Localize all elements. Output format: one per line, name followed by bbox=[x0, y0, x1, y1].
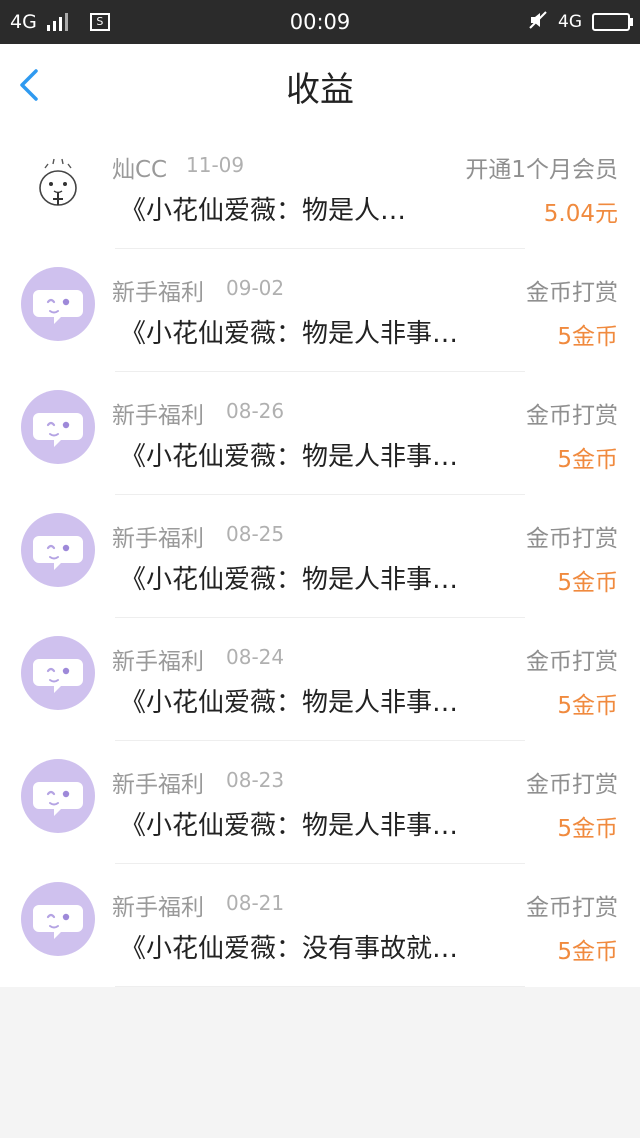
divider bbox=[115, 986, 525, 987]
mute-icon bbox=[528, 10, 548, 35]
work-title: 《小花仙爱薇：物是人非事… bbox=[120, 442, 459, 472]
chat-bubble-icon[interactable] bbox=[21, 882, 95, 956]
list-item[interactable]: 新手福利 08-21 金币打赏 《小花仙爱薇：没有事故就… 5金币 bbox=[0, 864, 640, 987]
network-type-right: 4G bbox=[558, 12, 582, 32]
list-item[interactable]: 新手福利 08-23 金币打赏 《小花仙爱薇：物是人非事… 5金币 bbox=[0, 741, 640, 864]
earning-amount: 5金币 bbox=[557, 693, 618, 719]
nav-bar: 收益 bbox=[0, 44, 640, 127]
chat-bubble-icon[interactable] bbox=[21, 390, 95, 464]
chat-bubble-icon[interactable] bbox=[21, 513, 95, 587]
item-date: 11-09 bbox=[186, 153, 245, 177]
sender-name: 灿CC bbox=[112, 157, 168, 183]
earning-type: 金币打赏 bbox=[526, 649, 618, 675]
item-date: 08-25 bbox=[226, 522, 285, 546]
earning-amount: 5金币 bbox=[557, 447, 618, 473]
earning-type: 金币打赏 bbox=[526, 280, 618, 306]
earning-type: 金币打赏 bbox=[526, 526, 618, 552]
sender-name: 新手福利 bbox=[112, 895, 204, 921]
list-item[interactable]: 灿CC 11-09 开通1个月会员 《小花仙爱薇：物是人… 5.04元 bbox=[0, 126, 640, 249]
earning-amount: 5金币 bbox=[557, 324, 618, 350]
list-item[interactable]: 新手福利 08-26 金币打赏 《小花仙爱薇：物是人非事… 5金币 bbox=[0, 372, 640, 495]
list-item[interactable]: 新手福利 09-02 金币打赏 《小花仙爱薇：物是人非事… 5金币 bbox=[0, 249, 640, 372]
item-date: 08-24 bbox=[226, 645, 285, 669]
earning-type: 金币打赏 bbox=[526, 403, 618, 429]
earning-type: 开通1个月会员 bbox=[465, 157, 618, 183]
work-title: 《小花仙爱薇：没有事故就… bbox=[120, 934, 459, 964]
earnings-list: 灿CC 11-09 开通1个月会员 《小花仙爱薇：物是人… 5.04元 新手福利… bbox=[0, 126, 640, 987]
work-title: 《小花仙爱薇：物是人非事… bbox=[120, 811, 459, 841]
list-item[interactable]: 新手福利 08-25 金币打赏 《小花仙爱薇：物是人非事… 5金币 bbox=[0, 495, 640, 618]
chat-bubble-icon[interactable] bbox=[21, 267, 95, 341]
list-item[interactable]: 新手福利 08-24 金币打赏 《小花仙爱薇：物是人非事… 5金币 bbox=[0, 618, 640, 741]
work-title: 《小花仙爱薇：物是人非事… bbox=[120, 565, 459, 595]
sender-name: 新手福利 bbox=[112, 280, 204, 306]
item-date: 08-21 bbox=[226, 891, 285, 915]
sender-name: 新手福利 bbox=[112, 403, 204, 429]
status-bar: 4G S 00:09 4G bbox=[0, 0, 640, 44]
chat-bubble-icon[interactable] bbox=[21, 759, 95, 833]
sender-name: 新手福利 bbox=[112, 526, 204, 552]
chat-bubble-icon[interactable] bbox=[21, 636, 95, 710]
earning-amount: 5金币 bbox=[557, 570, 618, 596]
work-title: 《小花仙爱薇：物是人非事… bbox=[120, 319, 459, 349]
work-title: 《小花仙爱薇：物是人非事… bbox=[120, 688, 459, 718]
earning-amount: 5金币 bbox=[557, 939, 618, 965]
item-date: 08-23 bbox=[226, 768, 285, 792]
earning-type: 金币打赏 bbox=[526, 772, 618, 798]
page-title: 收益 bbox=[286, 70, 354, 110]
item-date: 09-02 bbox=[226, 276, 285, 300]
status-right: 4G bbox=[528, 0, 633, 44]
earning-amount: 5.04元 bbox=[543, 201, 618, 227]
battery-icon bbox=[592, 13, 633, 31]
work-title: 《小花仙爱薇：物是人… bbox=[120, 196, 407, 226]
earning-amount: 5金币 bbox=[557, 816, 618, 842]
item-date: 08-26 bbox=[226, 399, 285, 423]
sender-name: 新手福利 bbox=[112, 649, 204, 675]
earning-type: 金币打赏 bbox=[526, 895, 618, 921]
user-avatar[interactable] bbox=[21, 144, 95, 218]
sender-name: 新手福利 bbox=[112, 772, 204, 798]
